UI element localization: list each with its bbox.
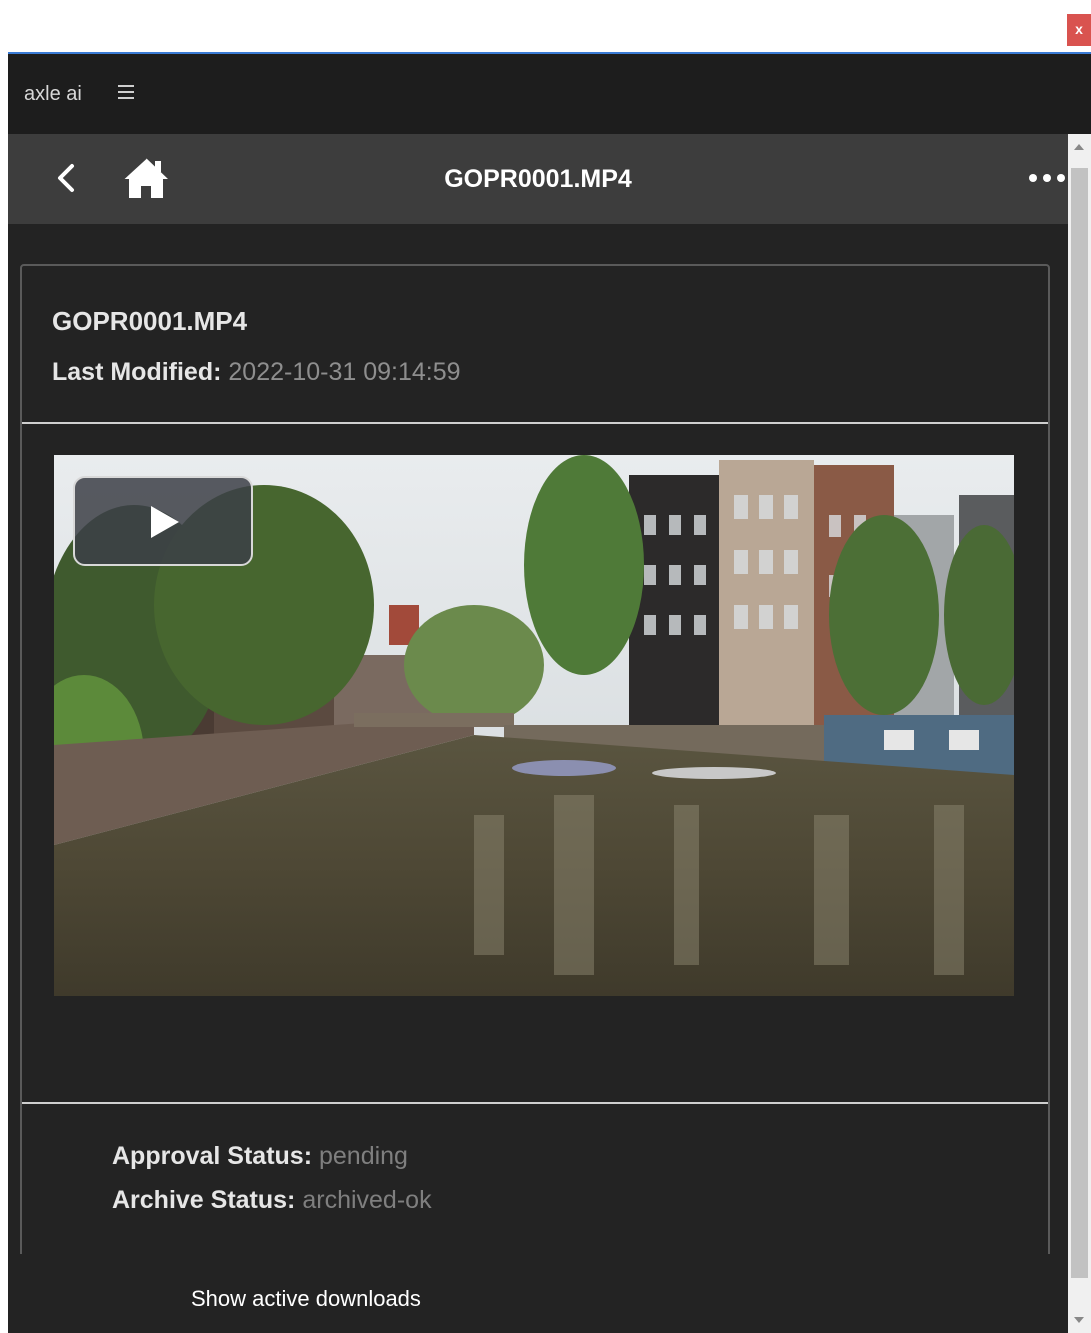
approval-status: Approval Status: pending bbox=[112, 1142, 408, 1171]
hamburger-icon[interactable] bbox=[118, 85, 134, 99]
nav-bar: GOPR0001.MP4 bbox=[8, 134, 1068, 224]
app-title: axle ai bbox=[24, 83, 82, 105]
last-modified-value: 2022-10-31 09:14:59 bbox=[228, 358, 461, 386]
asset-name: GOPR0001.MP4 bbox=[52, 306, 248, 336]
video-player[interactable] bbox=[54, 455, 1014, 996]
footer-bar: Show active downloads bbox=[8, 1254, 1068, 1333]
asset-card: GOPR0001.MP4 Last Modified: 2022-10-31 0… bbox=[20, 264, 1050, 1333]
app-bar: axle ai bbox=[8, 54, 1091, 134]
more-horizontal-icon[interactable] bbox=[1026, 170, 1068, 186]
archive-status-label: Archive Status: bbox=[112, 1186, 296, 1214]
approval-status-label: Approval Status: bbox=[112, 1142, 313, 1170]
play-button[interactable] bbox=[73, 476, 253, 566]
last-modified-label: Last Modified: bbox=[52, 358, 222, 386]
app-panel: axle ai GOPR0001.MP4 GOPR0001.MP4 Last M… bbox=[8, 52, 1091, 1333]
scroll-up-arrow-icon[interactable] bbox=[1074, 144, 1084, 150]
show-active-downloads-link[interactable]: Show active downloads bbox=[191, 1286, 421, 1312]
archive-status: Archive Status: archived-ok bbox=[112, 1186, 432, 1215]
play-icon bbox=[151, 506, 179, 538]
approval-status-value: pending bbox=[318, 1142, 408, 1170]
scroll-thumb[interactable] bbox=[1071, 168, 1088, 1278]
last-modified: Last Modified: 2022-10-31 09:14:59 bbox=[52, 358, 461, 387]
page-title: GOPR0001.MP4 bbox=[444, 165, 632, 193]
card-divider bbox=[22, 1102, 1048, 1104]
vertical-scrollbar[interactable] bbox=[1068, 134, 1091, 1333]
scroll-down-arrow-icon[interactable] bbox=[1074, 1317, 1084, 1323]
asset-header: GOPR0001.MP4 Last Modified: 2022-10-31 0… bbox=[22, 266, 1048, 424]
archive-status-value: archived-ok bbox=[302, 1186, 432, 1214]
close-button[interactable]: x bbox=[1067, 14, 1091, 46]
